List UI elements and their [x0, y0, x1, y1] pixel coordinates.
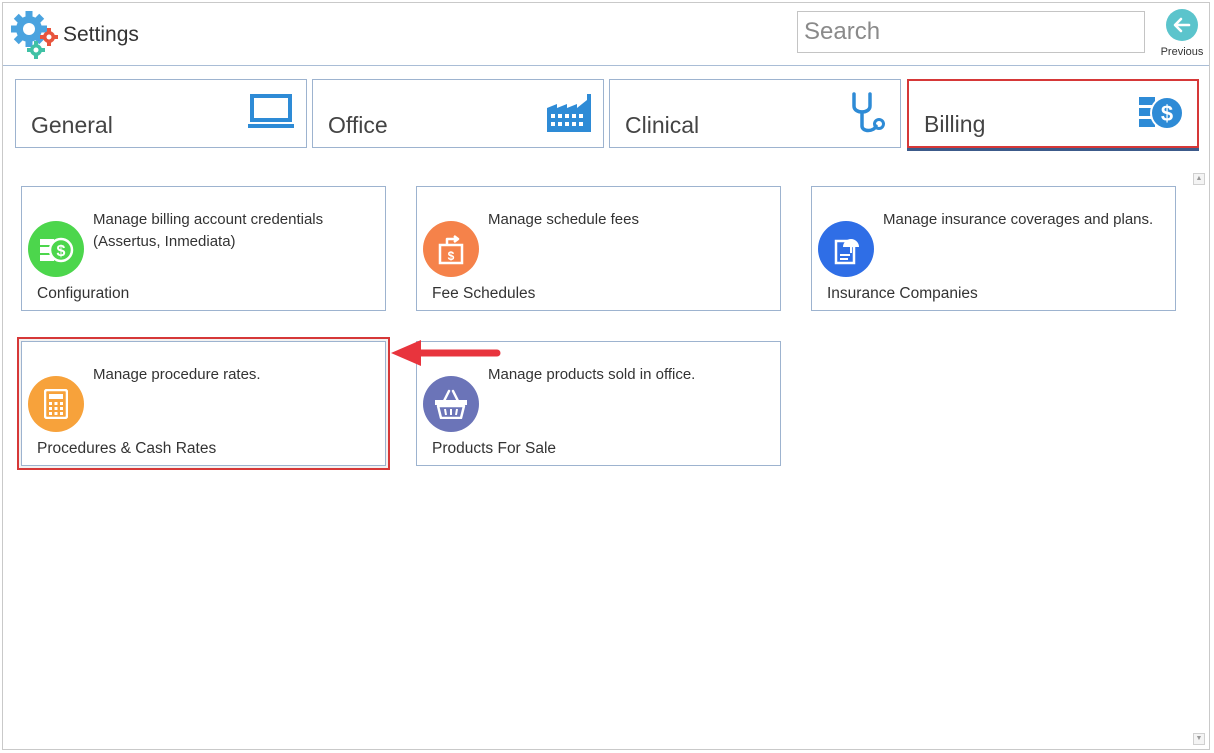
card-title: Insurance Companies — [827, 285, 978, 302]
card-fee-schedules[interactable]: $ Manage schedule fees Fee Schedules — [416, 186, 781, 311]
scroll-down-button[interactable]: ▼ — [1193, 733, 1205, 745]
card-description: Manage billing account credentials (Asse… — [93, 211, 324, 250]
money-dollar-icon: $ — [28, 221, 84, 277]
fee-schedule-icon: $ — [423, 221, 479, 277]
card-insurance-companies[interactable]: Manage insurance coverages and plans. In… — [811, 186, 1176, 311]
svg-text:$: $ — [448, 249, 455, 263]
card-description: Manage insurance coverages and plans. — [883, 211, 1154, 228]
card-procedures-cash-rates[interactable]: Manage procedure rates. Procedures & Cas… — [17, 337, 390, 470]
scroll-up-button[interactable]: ▲ — [1193, 173, 1205, 185]
previous-label: Previous — [1160, 46, 1204, 58]
tab-clinical[interactable]: Clinical — [609, 79, 901, 148]
billing-dollar-icon: $ — [1139, 96, 1184, 130]
settings-window: Settings Previous General Office — [2, 2, 1210, 750]
card-title: Configuration — [37, 285, 130, 302]
insurance-umbrella-icon — [818, 221, 874, 277]
monitor-icon — [248, 94, 294, 128]
card-description: Manage procedure rates. — [93, 366, 261, 383]
tab-label: Billing — [924, 111, 986, 137]
tab-general[interactable]: General — [15, 79, 307, 148]
header: Settings Previous — [3, 3, 1209, 67]
card-description: Manage products sold in office. — [488, 366, 696, 383]
stethoscope-icon — [852, 92, 885, 133]
page-title: Settings — [63, 23, 139, 46]
svg-text:$: $ — [57, 243, 66, 260]
tab-label: Office — [328, 112, 388, 138]
card-title: Fee Schedules — [432, 285, 536, 302]
settings-gears-icon — [11, 11, 58, 59]
card-description: Manage schedule fees — [488, 211, 639, 228]
card-title: Products For Sale — [432, 440, 557, 457]
calculator-icon — [28, 376, 84, 432]
back-arrow-icon — [1166, 9, 1198, 41]
previous-button[interactable]: Previous — [1155, 7, 1209, 61]
tab-billing[interactable]: Billing $ — [907, 79, 1199, 148]
search-input[interactable] — [797, 11, 1145, 53]
card-configuration[interactable]: $ Manage billing account credentials (As… — [21, 186, 386, 311]
header-divider — [3, 65, 1209, 66]
tab-label: General — [31, 112, 113, 138]
svg-text:$: $ — [1161, 101, 1173, 126]
factory-icon — [547, 94, 591, 132]
tab-label: Clinical — [625, 112, 700, 138]
card-title: Procedures & Cash Rates — [37, 440, 217, 457]
basket-icon — [423, 376, 479, 432]
annotation-arrow-icon — [391, 340, 501, 366]
tab-office[interactable]: Office — [312, 79, 604, 148]
